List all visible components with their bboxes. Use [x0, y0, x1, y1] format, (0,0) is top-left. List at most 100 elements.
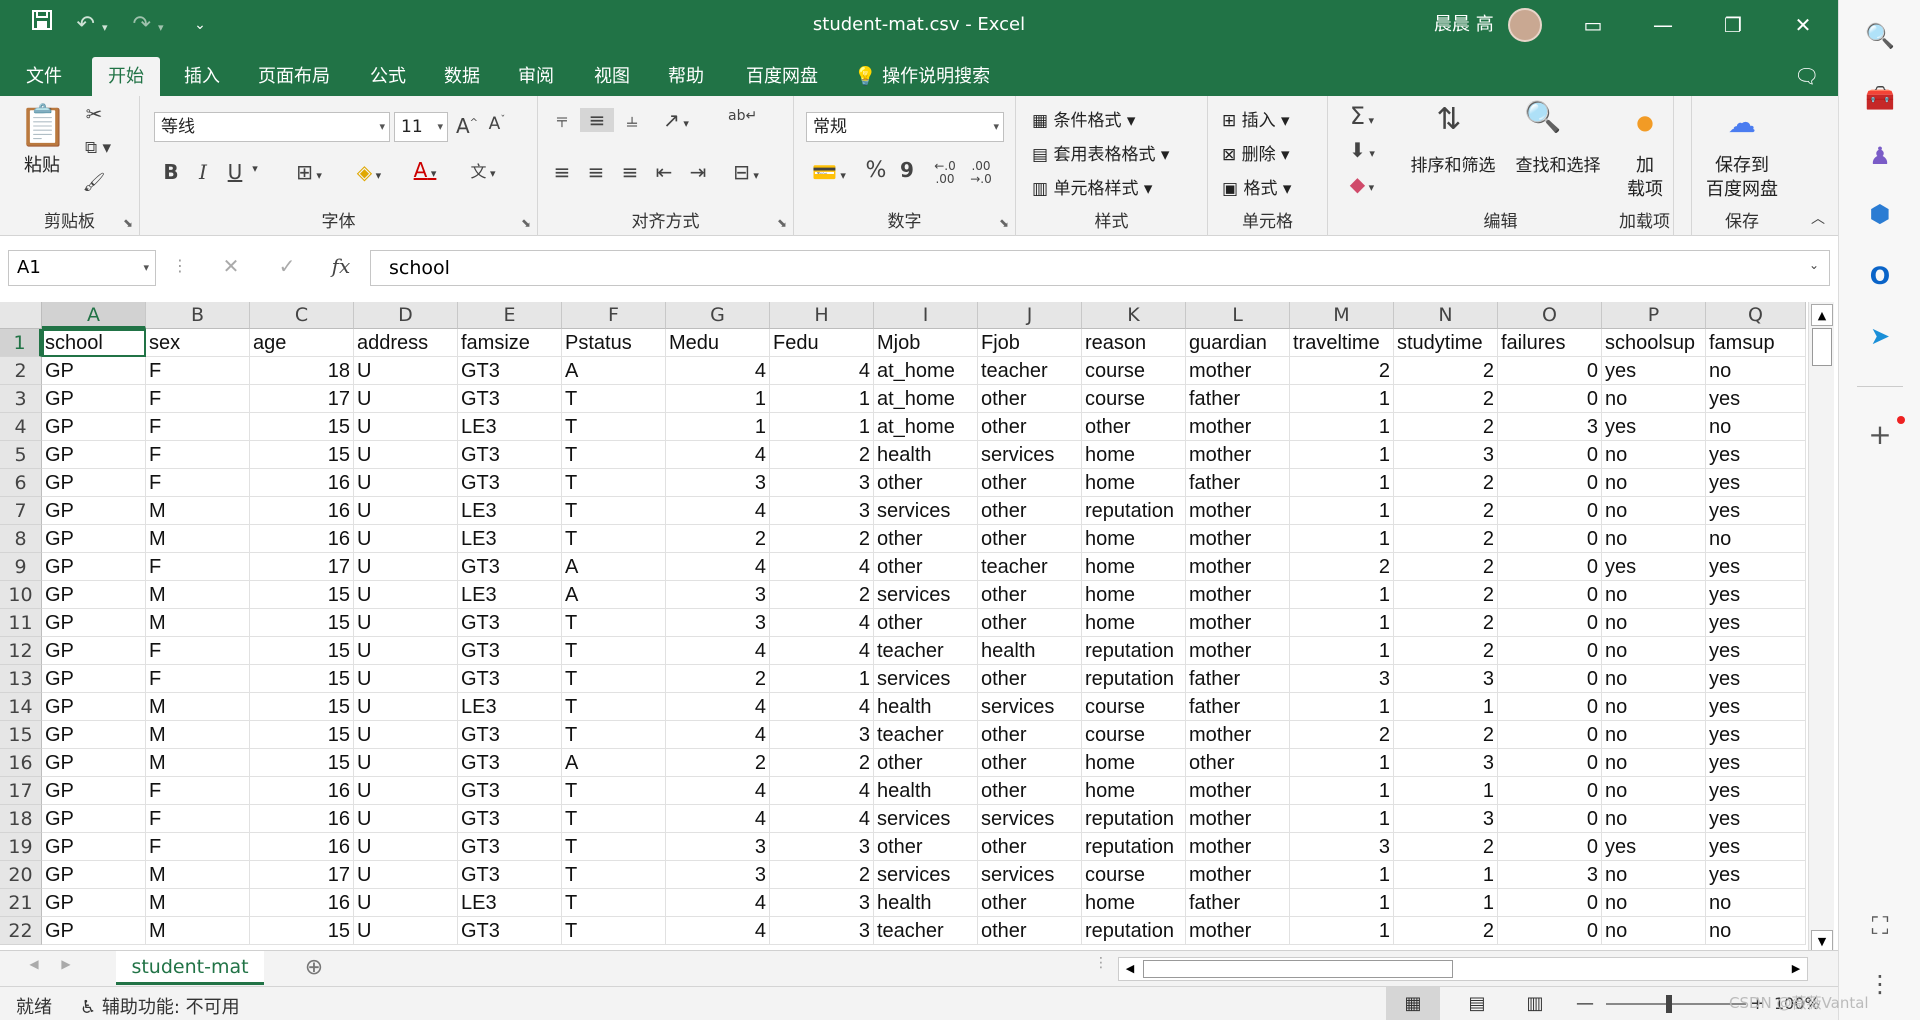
header-cell[interactable]: traveltime [1290, 329, 1394, 357]
data-cell[interactable]: T [562, 497, 666, 525]
data-cell[interactable]: 1 [770, 413, 874, 441]
tab-formulas[interactable]: 公式 [354, 57, 422, 96]
data-cell[interactable]: services [874, 805, 978, 833]
data-cell[interactable]: 1 [770, 385, 874, 413]
data-cell[interactable]: 3 [1290, 833, 1394, 861]
row-header[interactable]: 15 [0, 721, 42, 749]
data-cell[interactable]: 2 [1394, 525, 1498, 553]
data-cell[interactable]: M [146, 721, 250, 749]
data-cell[interactable]: U [354, 917, 458, 945]
row-header[interactable]: 4 [0, 413, 42, 441]
data-cell[interactable]: mother [1186, 637, 1290, 665]
data-cell[interactable]: T [562, 693, 666, 721]
header-cell[interactable]: famsize [458, 329, 562, 357]
data-cell[interactable]: U [354, 413, 458, 441]
column-header-e[interactable]: E [458, 302, 562, 329]
data-cell[interactable]: 4 [770, 805, 874, 833]
baidu-netdisk-icon[interactable]: ☁ [1722, 106, 1762, 139]
data-cell[interactable]: other [978, 833, 1082, 861]
data-cell[interactable]: U [354, 861, 458, 889]
data-cell[interactable]: mother [1186, 721, 1290, 749]
data-cell[interactable]: T [562, 917, 666, 945]
data-cell[interactable]: 0 [1498, 357, 1602, 385]
data-cell[interactable]: 2 [1394, 917, 1498, 945]
insert-function-icon[interactable]: fx [326, 254, 356, 278]
data-cell[interactable]: 0 [1498, 497, 1602, 525]
font-launcher-icon[interactable]: ⬊ [521, 216, 531, 230]
data-cell[interactable]: M [146, 581, 250, 609]
data-cell[interactable]: GP [42, 441, 146, 469]
data-cell[interactable]: 3 [770, 469, 874, 497]
data-cell[interactable]: 4 [666, 497, 770, 525]
zoom-slider-thumb[interactable] [1666, 995, 1672, 1013]
data-cell[interactable]: other [978, 665, 1082, 693]
outlook-icon[interactable]: O [1839, 262, 1920, 290]
data-cell[interactable]: no [1706, 889, 1806, 917]
data-cell[interactable]: 4 [666, 805, 770, 833]
data-cell[interactable]: mother [1186, 357, 1290, 385]
data-cell[interactable]: 17 [250, 861, 354, 889]
data-cell[interactable]: T [562, 609, 666, 637]
data-cell[interactable]: other [978, 413, 1082, 441]
data-cell[interactable]: 18 [250, 357, 354, 385]
data-cell[interactable]: mother [1186, 777, 1290, 805]
row-header[interactable]: 17 [0, 777, 42, 805]
data-cell[interactable]: 4 [770, 777, 874, 805]
cancel-icon[interactable]: ✕ [216, 254, 246, 278]
header-cell[interactable]: failures [1498, 329, 1602, 357]
data-cell[interactable]: M [146, 917, 250, 945]
data-cell[interactable]: yes [1706, 777, 1806, 805]
data-cell[interactable]: T [562, 777, 666, 805]
data-cell[interactable]: mother [1186, 581, 1290, 609]
data-cell[interactable]: mother [1186, 525, 1290, 553]
data-cell[interactable]: home [1082, 609, 1186, 637]
data-cell[interactable]: 4 [770, 609, 874, 637]
data-cell[interactable]: 1 [1394, 861, 1498, 889]
close-button[interactable]: ✕ [1768, 0, 1838, 50]
data-cell[interactable]: yes [1706, 385, 1806, 413]
data-cell[interactable]: 1 [770, 665, 874, 693]
data-cell[interactable]: 3 [770, 833, 874, 861]
data-cell[interactable]: 1 [1290, 637, 1394, 665]
tab-review[interactable]: 审阅 [502, 57, 570, 96]
data-cell[interactable]: mother [1186, 413, 1290, 441]
data-cell[interactable]: no [1602, 917, 1706, 945]
data-cell[interactable]: 15 [250, 665, 354, 693]
align-bottom-icon[interactable]: ⫨ [618, 108, 646, 132]
align-left-icon[interactable]: ≡ [548, 160, 576, 184]
data-cell[interactable]: M [146, 693, 250, 721]
data-cell[interactable]: 1 [1290, 385, 1394, 413]
header-cell[interactable]: Fjob [978, 329, 1082, 357]
data-cell[interactable]: no [1706, 357, 1806, 385]
row-header[interactable]: 18 [0, 805, 42, 833]
column-header-g[interactable]: G [666, 302, 770, 329]
data-cell[interactable]: 3 [1290, 665, 1394, 693]
data-cell[interactable]: U [354, 637, 458, 665]
data-cell[interactable]: GP [42, 497, 146, 525]
data-cell[interactable]: 2 [666, 525, 770, 553]
normal-view-icon[interactable]: ▦ [1386, 987, 1440, 1020]
row-header[interactable]: 7 [0, 497, 42, 525]
data-cell[interactable]: 0 [1498, 693, 1602, 721]
data-cell[interactable]: 4 [666, 889, 770, 917]
data-cell[interactable]: no [1602, 581, 1706, 609]
data-cell[interactable]: no [1602, 609, 1706, 637]
screenshot-icon[interactable]: ⛶ [1839, 912, 1920, 940]
data-cell[interactable]: F [146, 413, 250, 441]
data-cell[interactable]: no [1602, 385, 1706, 413]
data-cell[interactable]: LE3 [458, 693, 562, 721]
row-header[interactable]: 19 [0, 833, 42, 861]
data-cell[interactable]: course [1082, 861, 1186, 889]
data-cell[interactable]: U [354, 777, 458, 805]
data-cell[interactable]: reputation [1082, 917, 1186, 945]
insert-cells-button[interactable]: ⊞ 插入 ▾ [1222, 106, 1290, 131]
increase-indent-icon[interactable]: ⇥ [684, 160, 712, 184]
paste-button[interactable]: 粘贴 [14, 154, 70, 178]
data-cell[interactable]: F [146, 637, 250, 665]
data-cell[interactable]: 15 [250, 749, 354, 777]
data-cell[interactable]: 4 [770, 693, 874, 721]
restore-button[interactable]: ❐ [1698, 0, 1768, 50]
column-header-l[interactable]: L [1186, 302, 1290, 329]
data-cell[interactable]: 4 [666, 917, 770, 945]
font-color-icon[interactable]: A ▾ [402, 158, 448, 182]
